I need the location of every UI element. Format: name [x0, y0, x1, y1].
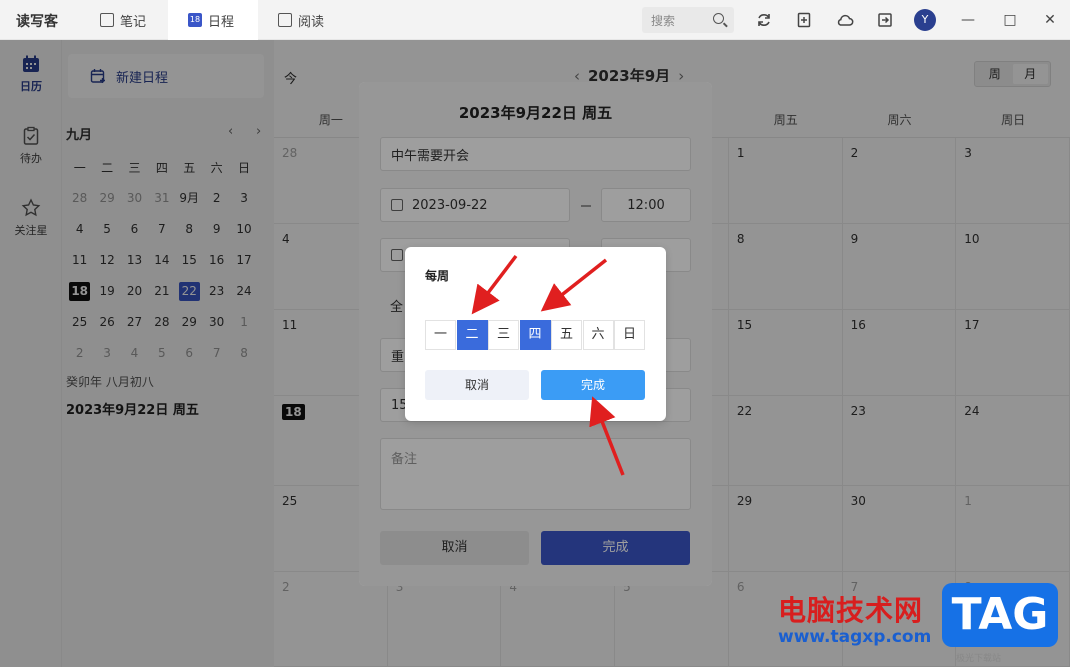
tab-schedule[interactable]: 18 日程: [168, 0, 258, 40]
weekday-toggle[interactable]: 一: [425, 320, 456, 350]
close-icon[interactable]: ✕: [1040, 10, 1060, 30]
repeat-popup-title: 每周: [425, 269, 450, 283]
tab-reading-label: 阅读: [298, 14, 325, 30]
app-brand: 读写客: [16, 14, 58, 30]
weekday-toggle[interactable]: 日: [614, 320, 645, 350]
weekday-toggle[interactable]: 六: [582, 320, 614, 350]
watermark-tag-logo: TAG: [942, 583, 1058, 647]
cloud-icon[interactable]: [836, 12, 854, 28]
weekday-toggle[interactable]: 五: [551, 320, 582, 350]
watermark: 电脑技术网 www.tagxp.com TAG 极光下载站: [772, 583, 1068, 667]
search-icon: [713, 13, 724, 24]
minimize-icon[interactable]: —: [958, 10, 978, 30]
tab-schedule-label: 日程: [208, 14, 235, 30]
sync-icon[interactable]: [756, 12, 772, 28]
add-note-icon[interactable]: [796, 12, 812, 28]
note-icon: [100, 13, 114, 27]
maximize-icon[interactable]: □: [1000, 10, 1020, 30]
user-avatar[interactable]: Y: [914, 9, 936, 31]
tab-reading[interactable]: 阅读: [262, 0, 346, 40]
repeat-weekly-popup: 每周 一二三四五六日 取消 完成: [405, 247, 666, 421]
search-placeholder: 搜索: [651, 13, 676, 28]
watermark-small-text: 极光下载站: [956, 654, 1002, 664]
weekday-toggle[interactable]: 四: [519, 320, 551, 350]
tab-notes-label: 笔记: [120, 14, 147, 30]
book-icon: [278, 13, 292, 27]
weekday-toggle[interactable]: 二: [456, 320, 488, 350]
watermark-url: www.tagxp.com: [778, 627, 932, 647]
calendar-badge-icon: 18: [188, 13, 202, 27]
title-bar: 读写客 笔记 18 日程 阅读 搜索 Y — □ ✕: [0, 0, 1070, 40]
weekday-picker: 一二三四五六日: [425, 320, 646, 350]
search-input[interactable]: 搜索: [642, 7, 734, 33]
tab-notes[interactable]: 笔记: [84, 0, 168, 40]
watermark-site-name: 电脑技术网: [778, 594, 924, 627]
popup-done-button[interactable]: 完成: [541, 370, 645, 400]
export-icon[interactable]: [877, 12, 893, 28]
popup-cancel-button[interactable]: 取消: [425, 370, 529, 400]
weekday-toggle[interactable]: 三: [488, 320, 519, 350]
